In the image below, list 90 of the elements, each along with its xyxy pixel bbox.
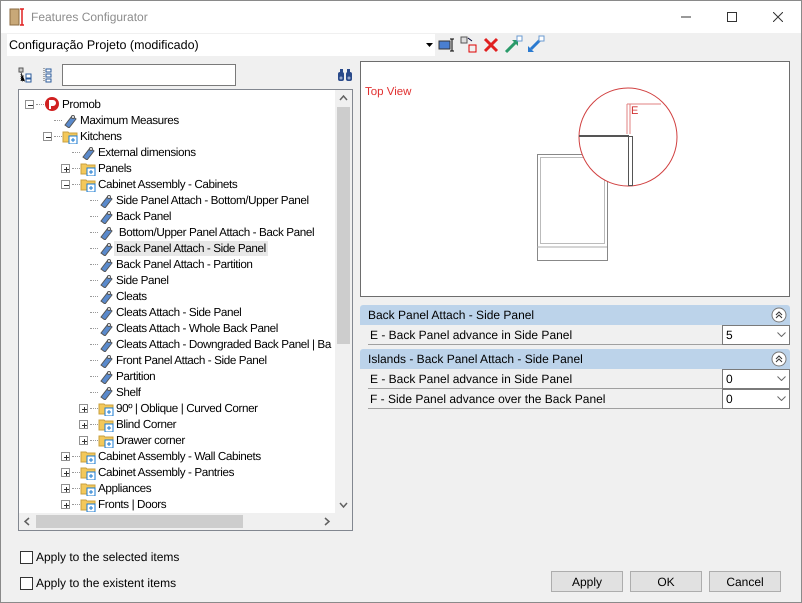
value-dropdown[interactable]: 0 bbox=[722, 388, 790, 408]
tree-item[interactable]: Cleats Attach - Side Panel bbox=[114, 304, 244, 320]
tag-icon bbox=[98, 288, 114, 304]
logo-icon bbox=[44, 96, 60, 112]
property-label: E - Back Panel advance in Side Panel bbox=[369, 370, 572, 388]
tree-item[interactable]: Front Panel Attach - Side Panel bbox=[114, 352, 269, 368]
tree-item[interactable]: Blind Corner bbox=[114, 416, 178, 432]
view-label: Top View bbox=[365, 85, 412, 100]
tag-icon bbox=[98, 384, 114, 400]
copy-icon[interactable] bbox=[459, 35, 479, 55]
search-icon[interactable] bbox=[337, 68, 353, 82]
expander-icon[interactable] bbox=[79, 436, 88, 444]
expander-icon[interactable] bbox=[79, 420, 88, 428]
expander-icon[interactable] bbox=[61, 164, 70, 172]
tag-icon bbox=[98, 208, 114, 224]
value-dropdown[interactable]: 0 bbox=[722, 368, 790, 388]
tree-item[interactable]: Back Panel bbox=[114, 208, 174, 224]
tag-icon bbox=[62, 112, 78, 128]
expander-icon[interactable] bbox=[61, 180, 70, 188]
configuration-dropdown[interactable]: Configuração Projeto (modificado) bbox=[7, 34, 435, 56]
export-icon[interactable] bbox=[503, 35, 523, 55]
expander-icon[interactable] bbox=[61, 468, 70, 476]
group-title: Back Panel Attach - Side Panel bbox=[368, 307, 534, 324]
scroll-thumb[interactable] bbox=[36, 515, 243, 528]
collapse-tree-icon[interactable] bbox=[18, 67, 34, 83]
tree-item[interactable]: Cabinet Assembly - Wall Cabinets bbox=[96, 448, 263, 464]
tree-item[interactable]: Side Panel bbox=[114, 272, 171, 288]
tree-item[interactable]: Back Panel Attach - Partition bbox=[114, 256, 255, 272]
vertical-scrollbar[interactable] bbox=[335, 90, 352, 513]
tag-icon bbox=[98, 352, 114, 368]
tag-icon bbox=[98, 240, 114, 256]
property-label: E - Back Panel advance in Side Panel bbox=[369, 326, 572, 344]
tree-item[interactable]: Side Panel Attach - Bottom/Upper Panel bbox=[114, 192, 311, 208]
dialog-button[interactable]: OK bbox=[630, 571, 702, 592]
tree-item[interactable]: Cleats Attach - Whole Back Panel bbox=[114, 320, 280, 336]
expander-icon[interactable] bbox=[61, 484, 70, 492]
tree-item[interactable]: Promob bbox=[60, 96, 103, 112]
tree-item[interactable]: Cabinet Assembly - Cabinets bbox=[96, 176, 240, 192]
tree-item[interactable]: Maximum Measures bbox=[78, 112, 181, 128]
collapse-icon[interactable] bbox=[771, 351, 787, 367]
window-title: Features Configurator bbox=[31, 9, 148, 26]
tag-icon bbox=[98, 272, 114, 288]
horizontal-scrollbar[interactable] bbox=[19, 513, 352, 530]
dimension-label: E bbox=[631, 105, 638, 117]
property-label: F - Side Panel advance over the Back Panel bbox=[369, 390, 606, 408]
tree-item[interactable]: Cabinet Assembly - Pantries bbox=[96, 464, 236, 480]
checkbox-option[interactable]: Apply to the selected items bbox=[20, 548, 180, 566]
tag-icon bbox=[80, 144, 96, 160]
tree-item[interactable]: Partition bbox=[114, 368, 158, 384]
tag-icon bbox=[98, 224, 114, 240]
expander-icon[interactable] bbox=[61, 500, 70, 508]
tag-icon bbox=[98, 368, 114, 384]
expander-icon[interactable] bbox=[61, 452, 70, 460]
import-icon[interactable] bbox=[525, 35, 545, 55]
maximize-icon[interactable] bbox=[727, 12, 737, 22]
tag-icon bbox=[98, 320, 114, 336]
collapse-icon[interactable] bbox=[771, 307, 787, 323]
expander-icon[interactable] bbox=[43, 132, 52, 140]
scroll-thumb[interactable] bbox=[337, 107, 350, 344]
tree-item[interactable]: Appliances bbox=[96, 480, 154, 496]
tree-item[interactable]: Cleats Attach - Downgraded Back Panel | Ba bbox=[114, 336, 333, 352]
tree-item[interactable]: Drawer corner bbox=[114, 432, 187, 448]
dialog-button[interactable]: Cancel bbox=[709, 571, 781, 592]
delete-icon[interactable] bbox=[481, 35, 501, 55]
tree-item[interactable]: 90º | Oblique | Curved Corner bbox=[114, 400, 260, 416]
search-field[interactable] bbox=[62, 64, 236, 86]
tree-item[interactable]: Kitchens bbox=[78, 128, 124, 144]
close-icon[interactable] bbox=[773, 12, 783, 22]
tag-icon bbox=[98, 192, 114, 208]
expander-icon[interactable] bbox=[25, 100, 34, 108]
chevron-icon bbox=[777, 396, 786, 401]
tag-icon bbox=[98, 304, 114, 320]
tree-item[interactable]: Fronts | Doors bbox=[96, 496, 168, 512]
value-dropdown[interactable]: 5 bbox=[722, 324, 790, 344]
checkbox-option[interactable]: Apply to the existent items bbox=[20, 574, 180, 592]
tree-item[interactable]: Shelf bbox=[114, 384, 143, 400]
tag-icon bbox=[98, 256, 114, 272]
app-icon bbox=[9, 8, 25, 26]
tree-item[interactable]: Cleats bbox=[114, 288, 149, 304]
chevron-icon bbox=[777, 332, 786, 337]
group-title: Islands - Back Panel Attach - Side Panel bbox=[368, 351, 583, 368]
dialog-button[interactable]: Apply bbox=[551, 571, 623, 592]
tree-item[interactable]: Back Panel Attach - Side Panel bbox=[114, 240, 268, 256]
tree-item[interactable]: External dimensions bbox=[96, 144, 198, 160]
tag-icon bbox=[98, 336, 114, 352]
tree-item[interactable]: Panels bbox=[96, 160, 134, 176]
expander-icon[interactable] bbox=[79, 404, 88, 412]
tree-item[interactable]: Bottom/Upper Panel Attach - Back Panel bbox=[114, 224, 316, 240]
dropdown-arrow-icon bbox=[426, 43, 433, 47]
chevron-icon bbox=[777, 376, 786, 381]
